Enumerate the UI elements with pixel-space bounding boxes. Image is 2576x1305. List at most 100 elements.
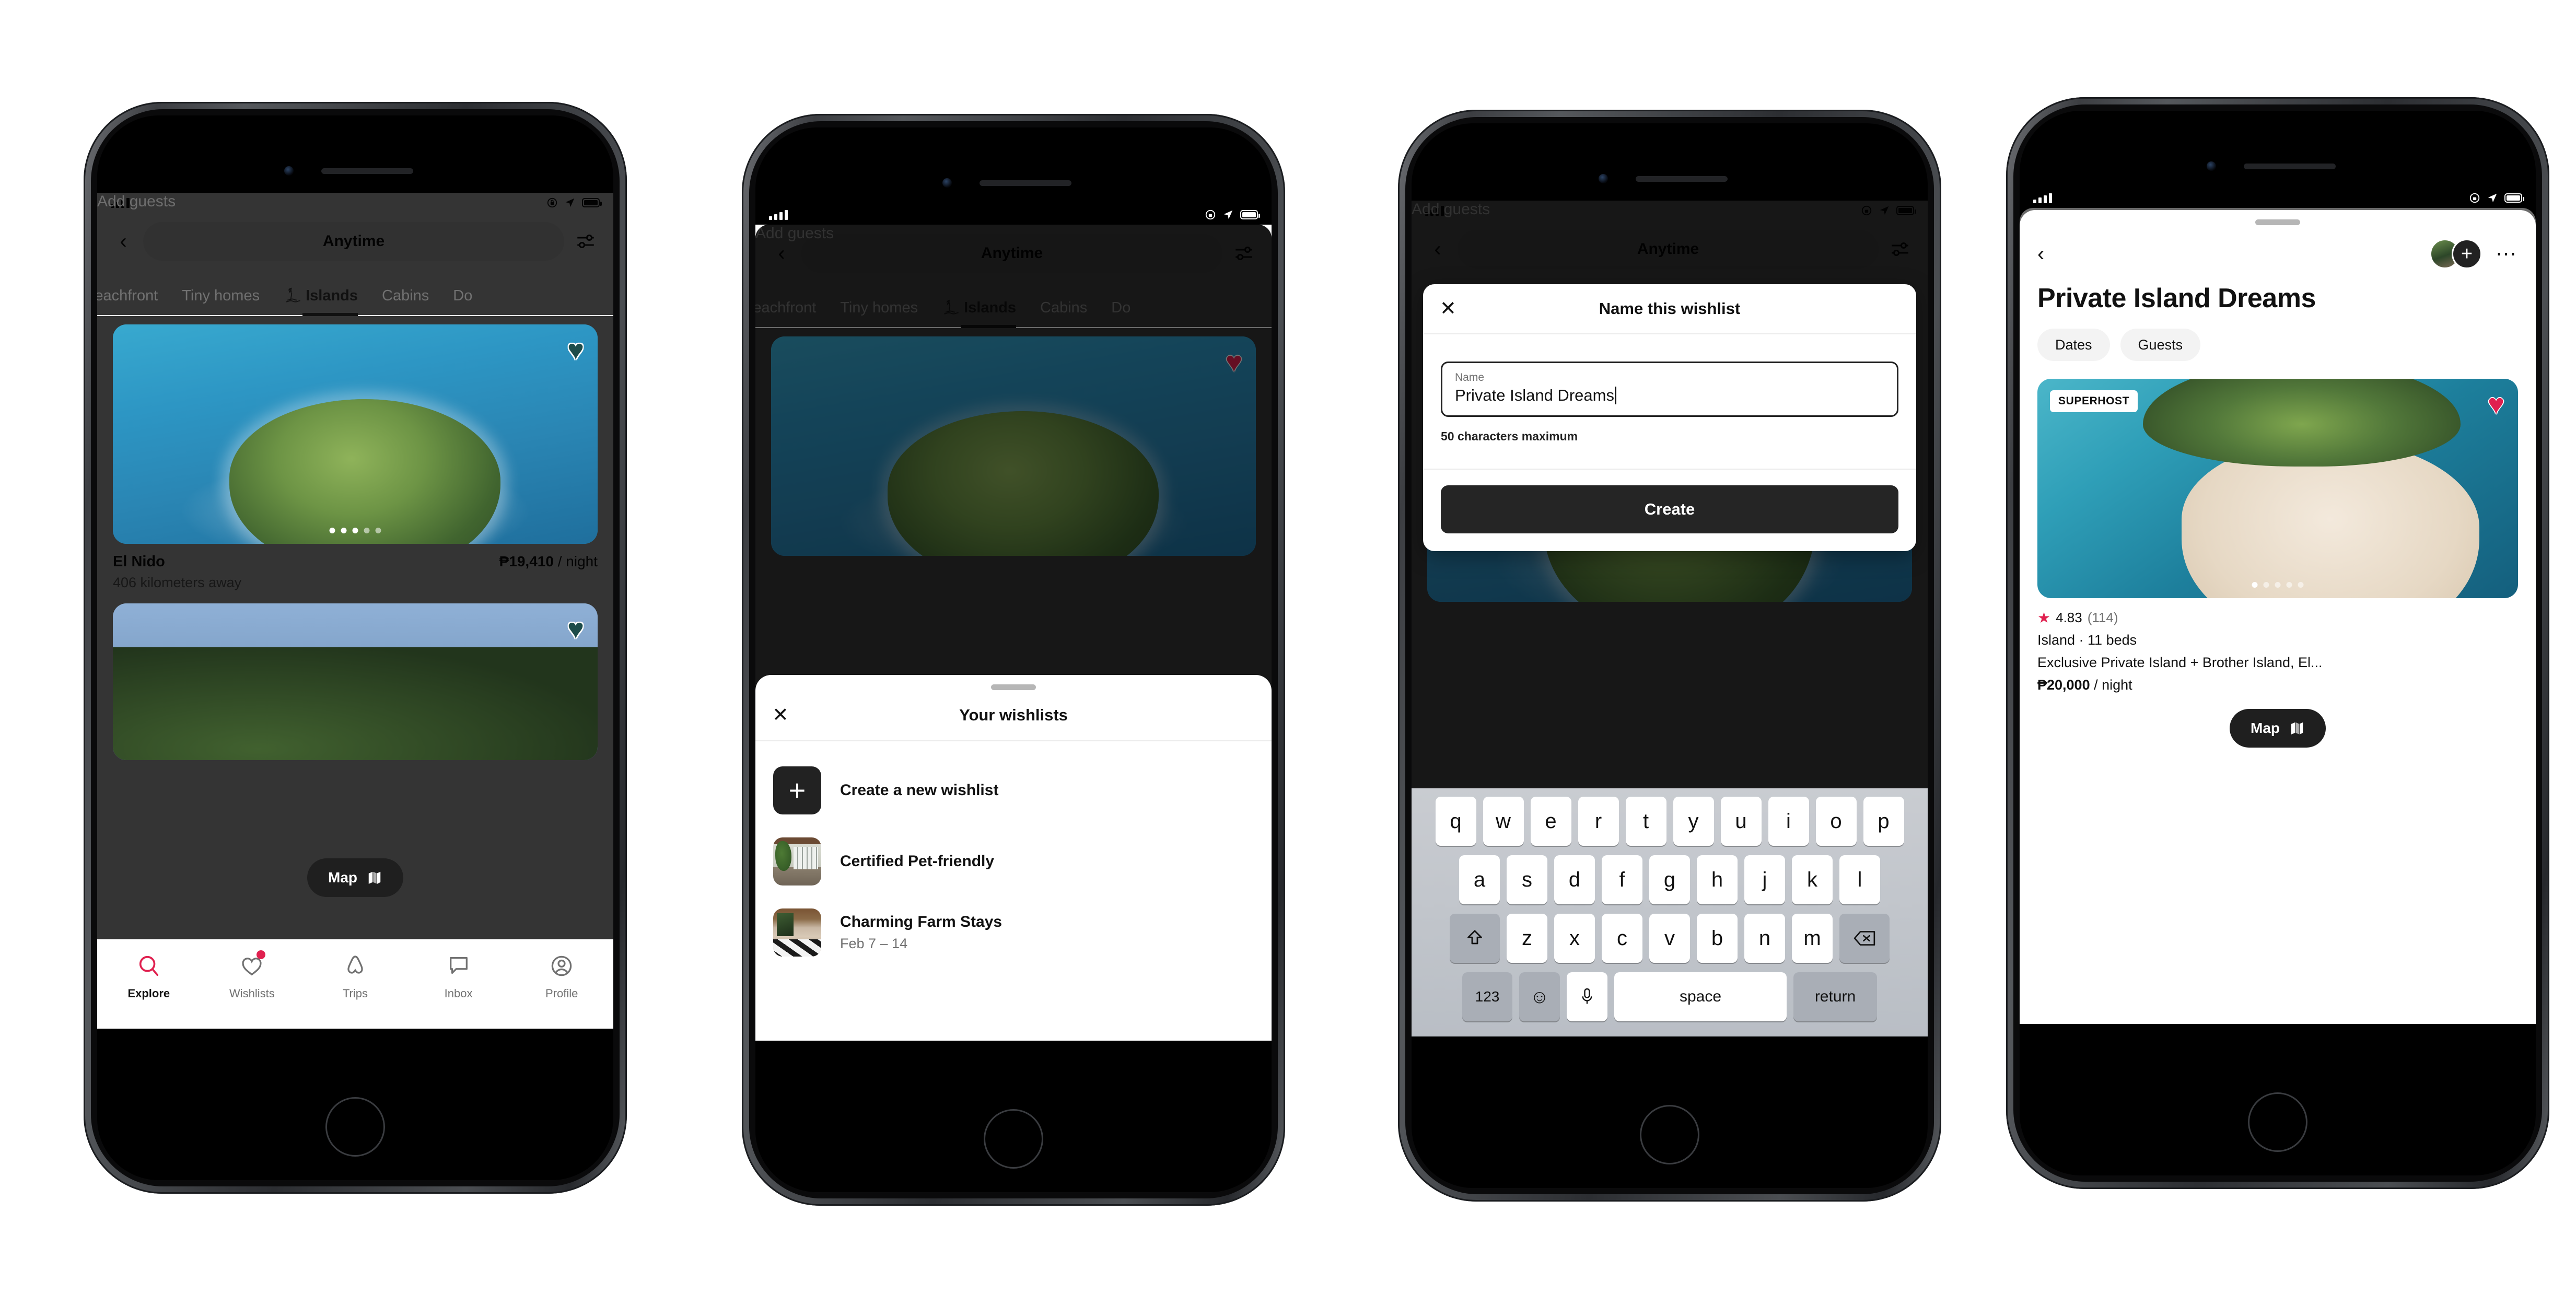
tab-label: Explore	[127, 987, 170, 1000]
wishlists-bottom-sheet: ✕ Your wishlists + Create a new wishlist	[755, 675, 1272, 1041]
key-j[interactable]: j	[1744, 855, 1785, 904]
input-helper-text: 50 characters maximum	[1441, 429, 1578, 443]
tab-label: Trips	[342, 987, 368, 1000]
wishlist-name-input[interactable]: Name Private Island Dreams	[1441, 362, 1898, 417]
bottom-tab-bar: Explore Wishlists Trips Inbox Profile	[97, 939, 613, 1029]
close-icon[interactable]: ✕	[772, 705, 789, 725]
tab-trips[interactable]: Trips	[304, 951, 407, 1000]
category-tab-tiny-homes[interactable]: Tiny homes	[182, 287, 260, 316]
wishlist-name: Charming Farm Stays	[840, 913, 1003, 930]
listing-photo[interactable]: ♥	[113, 324, 598, 544]
sheet-title: Your wishlists	[959, 706, 1068, 724]
key-v[interactable]: v	[1649, 914, 1690, 963]
listing-card[interactable]: ♥	[113, 603, 598, 760]
shift-icon[interactable]	[1450, 914, 1500, 963]
detail-header: ‹ + ⋯	[2020, 225, 2536, 269]
tab-wishlists[interactable]: Wishlists	[201, 950, 304, 1000]
create-button[interactable]: Create	[1441, 485, 1898, 533]
island-icon	[286, 287, 300, 302]
map-icon	[368, 871, 381, 884]
listing-photo[interactable]: ♥	[113, 603, 598, 760]
home-button[interactable]	[2249, 1094, 2306, 1150]
key-t[interactable]: t	[1625, 797, 1666, 846]
map-toggle-button[interactable]: Map	[2230, 709, 2326, 748]
chip-dates[interactable]: Dates	[2037, 329, 2110, 361]
add-person-icon[interactable]: +	[2452, 239, 2482, 269]
listing-name: Exclusive Private Island + Brother Islan…	[2037, 655, 2323, 670]
key-e[interactable]: e	[1530, 797, 1571, 846]
key-d[interactable]: d	[1554, 855, 1595, 904]
signal-bars-icon	[2033, 193, 2052, 203]
microphone-icon[interactable]	[1567, 972, 1607, 1021]
keyboard-row-2: a s d f g h j k l	[1416, 855, 1924, 904]
category-tab-beachfront[interactable]: Beachfront	[97, 287, 158, 316]
key-p[interactable]: p	[1863, 797, 1904, 846]
listing-card[interactable]: SUPERHOST ♥	[2020, 361, 2536, 598]
tab-explore[interactable]: Explore	[97, 951, 201, 1000]
key-w[interactable]: w	[1483, 797, 1524, 846]
key-g[interactable]: g	[1649, 855, 1690, 904]
key-c[interactable]: c	[1602, 914, 1642, 963]
key-h[interactable]: h	[1697, 855, 1738, 904]
modal-title: Name this wishlist	[1599, 299, 1741, 318]
phone-3-name-wishlist: ‹ Anytime · Add guests	[1398, 110, 1941, 1202]
key-y[interactable]: y	[1673, 797, 1714, 846]
sheet-grabber[interactable]	[2255, 219, 2300, 225]
key-r[interactable]: r	[1578, 797, 1619, 846]
return-key[interactable]: return	[1793, 972, 1877, 1021]
key-l[interactable]: l	[1839, 855, 1880, 904]
key-b[interactable]: b	[1697, 914, 1738, 963]
listing-photo[interactable]: SUPERHOST ♥	[2037, 379, 2518, 598]
category-tab-islands[interactable]: Islands	[284, 287, 358, 316]
signal-bars-icon	[769, 209, 788, 220]
category-tab-cabins[interactable]: Cabins	[382, 287, 429, 316]
home-button[interactable]	[327, 1099, 383, 1155]
home-button[interactable]	[1641, 1106, 1698, 1163]
listing-rating: ★ 4.83 (114)	[2037, 610, 2518, 626]
backspace-icon[interactable]	[1839, 914, 1890, 963]
more-options-icon[interactable]: ⋯	[2496, 243, 2518, 264]
emoji-icon[interactable]: ☺	[1519, 972, 1560, 1021]
chip-guests[interactable]: Guests	[2120, 329, 2201, 361]
close-icon[interactable]: ✕	[1440, 299, 1456, 319]
back-button[interactable]: ‹	[2037, 243, 2044, 264]
key-o[interactable]: o	[1815, 797, 1857, 846]
map-toggle-button[interactable]: Map	[307, 858, 403, 897]
battery-icon	[1240, 210, 1260, 219]
search-pill[interactable]: Anytime · Add guests	[97, 193, 613, 1029]
tab-inbox[interactable]: Inbox	[407, 951, 510, 1000]
key-i[interactable]: i	[1768, 797, 1809, 846]
list-item[interactable]: Certified Pet-friendly	[773, 826, 1254, 897]
key-m[interactable]: m	[1792, 914, 1833, 963]
text-caret	[1614, 387, 1616, 404]
key-u[interactable]: u	[1720, 797, 1762, 846]
front-camera-icon	[2207, 161, 2216, 171]
space-key[interactable]: space	[1614, 972, 1787, 1021]
sheet-grabber[interactable]	[991, 684, 1036, 690]
key-z[interactable]: z	[1507, 914, 1547, 963]
category-tab-do[interactable]: Do	[453, 287, 472, 316]
wishlist-heart-button[interactable]: ♥	[2488, 390, 2504, 418]
key-s[interactable]: s	[1507, 855, 1547, 904]
key-a[interactable]: a	[1459, 855, 1500, 904]
numbers-key[interactable]: 123	[1462, 972, 1512, 1021]
keyboard-row-3: z x c v b n m	[1416, 914, 1924, 963]
key-f[interactable]: f	[1602, 855, 1642, 904]
message-icon	[449, 957, 468, 974]
tab-profile[interactable]: Profile	[510, 951, 613, 1000]
rotation-lock-icon	[1205, 209, 1216, 220]
earpiece-speaker	[2244, 164, 2336, 169]
location-arrow-icon	[1223, 210, 1233, 219]
key-n[interactable]: n	[1744, 914, 1785, 963]
key-q[interactable]: q	[1435, 797, 1476, 846]
key-x[interactable]: x	[1554, 914, 1595, 963]
wishlist-list: + Create a new wishlist Certified Pet-fr…	[755, 741, 1272, 968]
wishlist-heart-button[interactable]: ♥	[567, 615, 584, 643]
wishlist-heart-button[interactable]: ♥	[567, 336, 584, 364]
list-item[interactable]: + Create a new wishlist	[773, 755, 1254, 826]
star-icon: ★	[2037, 609, 2051, 626]
profile-icon	[551, 956, 572, 976]
home-button[interactable]	[985, 1111, 1042, 1167]
key-k[interactable]: k	[1792, 855, 1833, 904]
list-item[interactable]: Charming Farm Stays Feb 7 – 14	[773, 897, 1254, 968]
